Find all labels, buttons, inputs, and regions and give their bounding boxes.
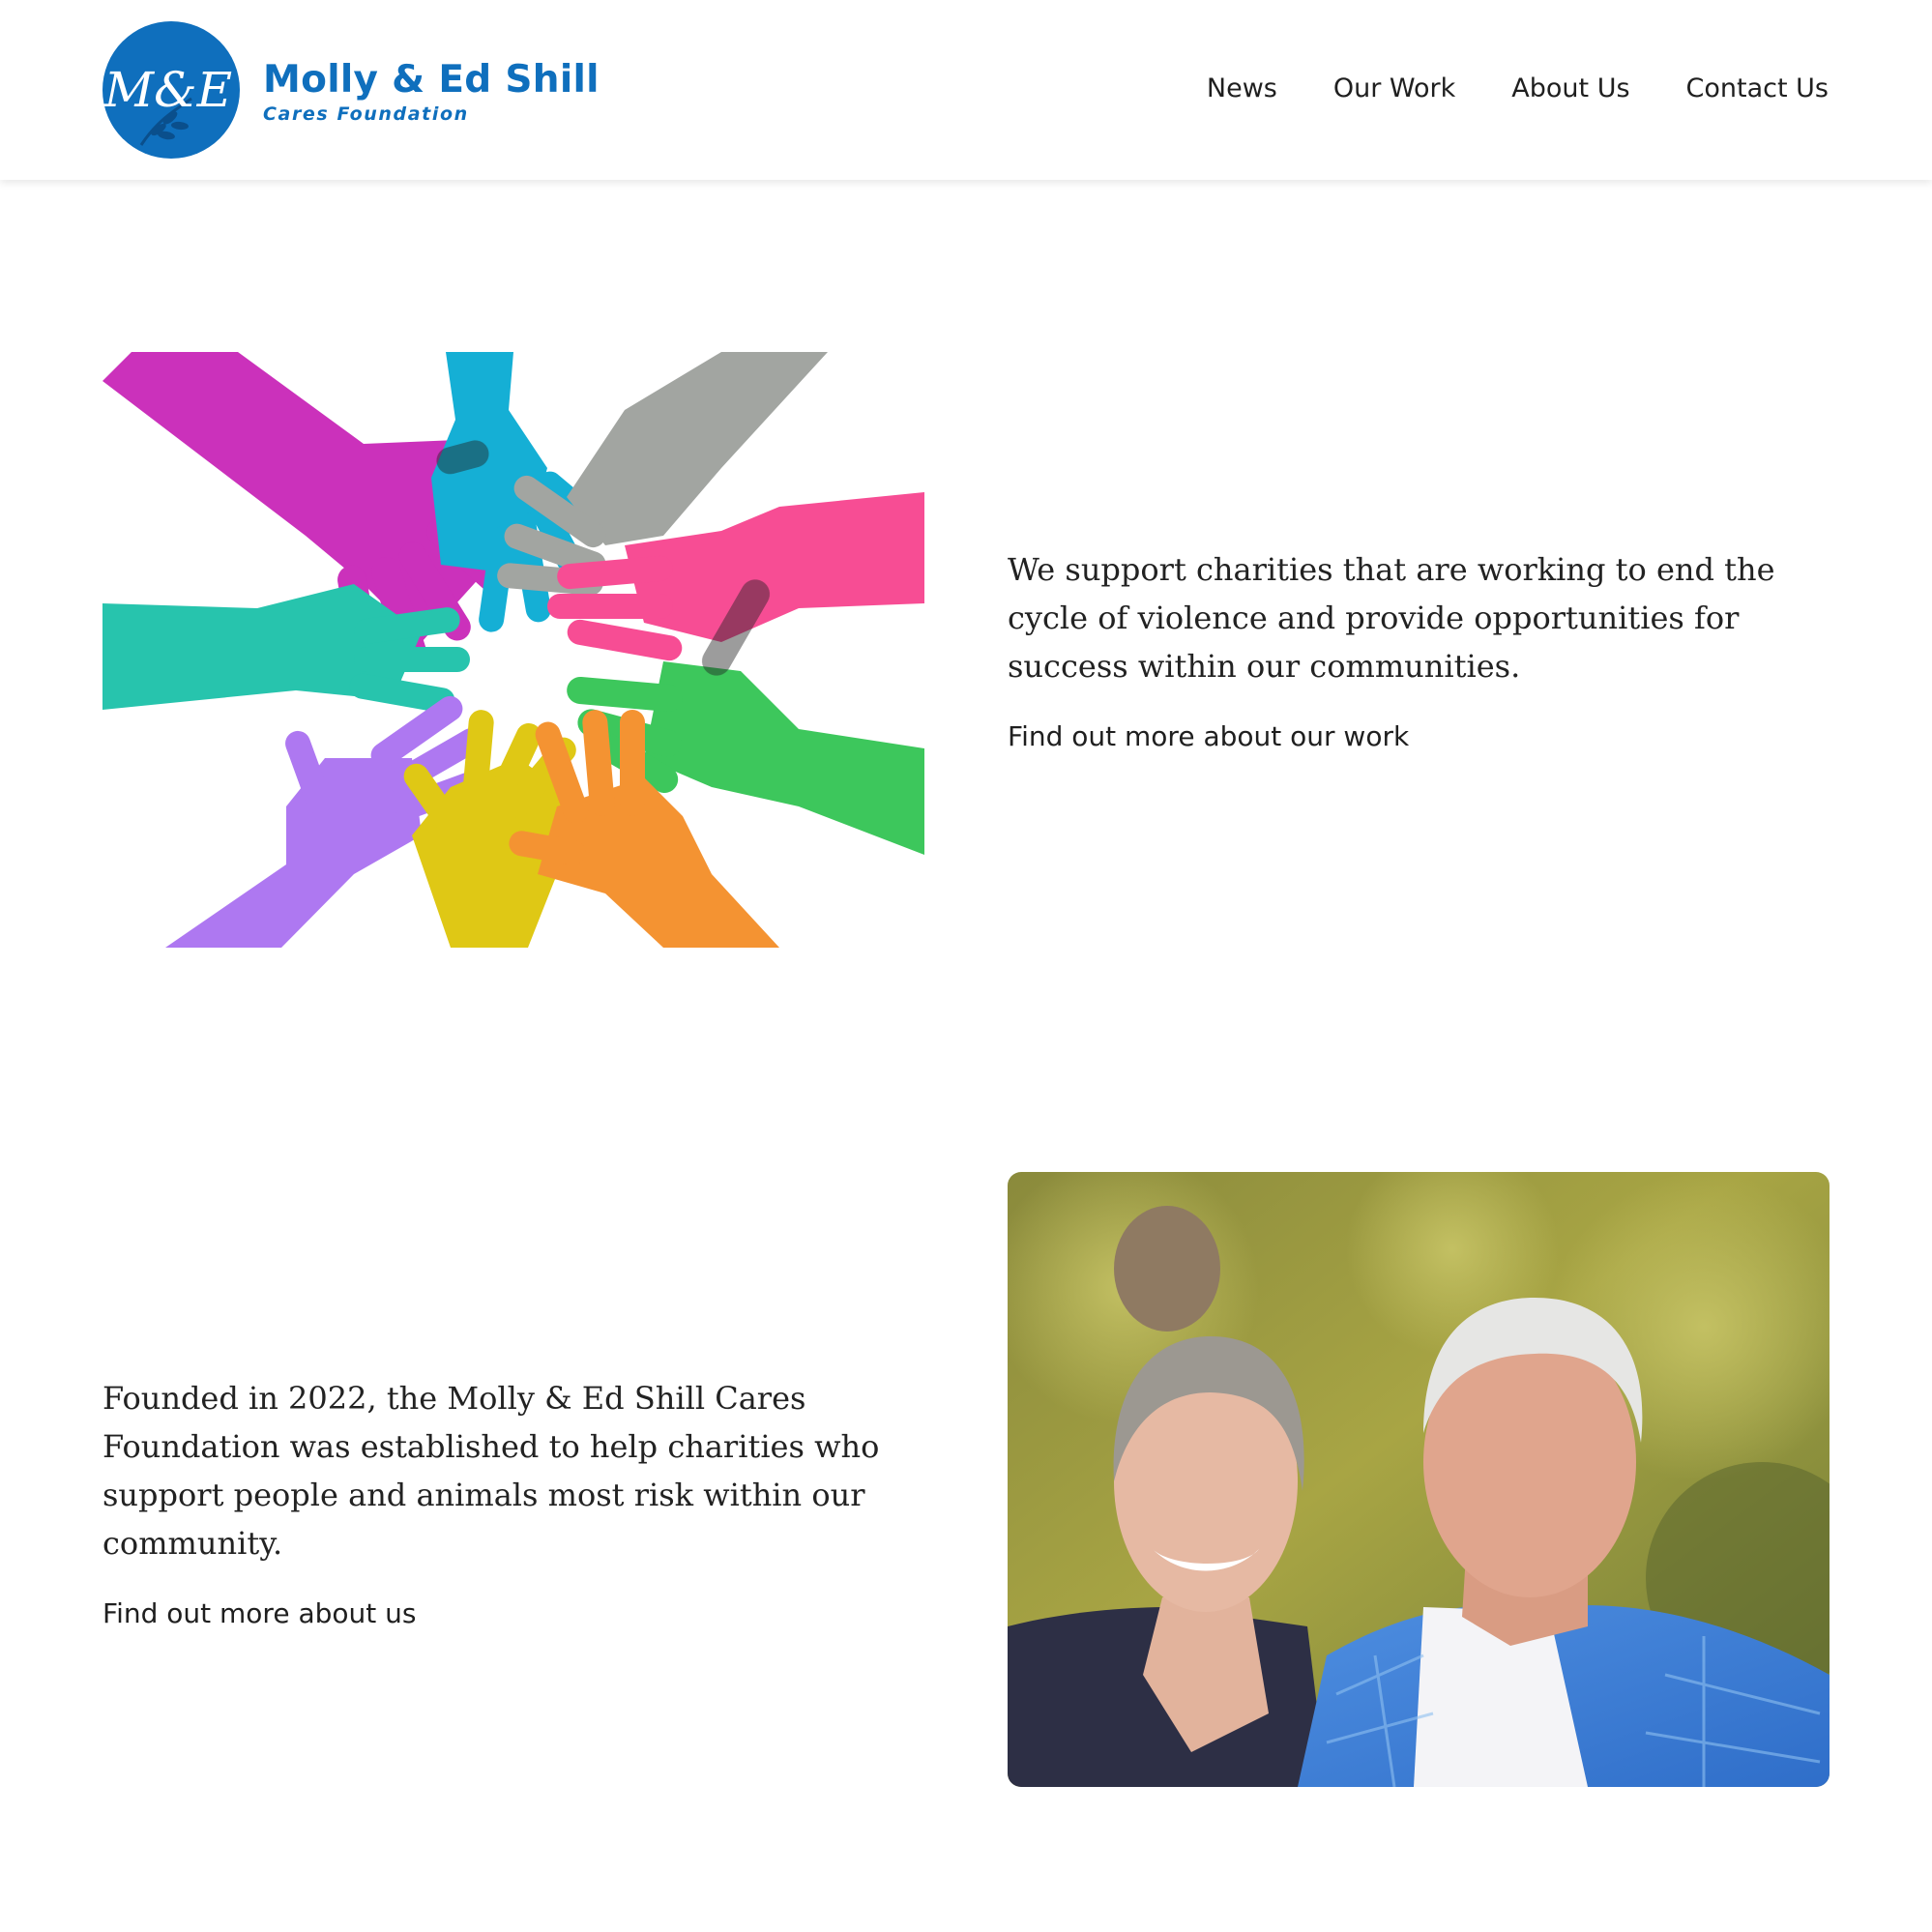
our-work-description: We support charities that are working to… [1008, 551, 1775, 685]
site-logo[interactable]: M&E Molly & Ed Shill Cares Foundation [102, 21, 600, 159]
logo-subtitle: Cares Foundation [263, 103, 469, 125]
nav-our-work[interactable]: Our Work [1333, 70, 1455, 108]
logo-monogram: M&E [103, 62, 232, 118]
nav-news[interactable]: News [1207, 70, 1277, 108]
logo-title: Molly & Ed Shill [263, 58, 600, 102]
about-description: Founded in 2022, the Molly & Ed Shill Ca… [102, 1380, 880, 1562]
founders-photo [1008, 1172, 1830, 1787]
logo-wordmark: Molly & Ed Shill Cares Foundation [263, 59, 600, 127]
our-work-link[interactable]: Find out more about our work [1008, 717, 1409, 756]
hands-illustration [102, 352, 924, 948]
nav-about-us[interactable]: About Us [1511, 70, 1629, 108]
main-nav: News Our Work About Us Contact Us [1207, 70, 1829, 108]
about-link[interactable]: Find out more about us [102, 1595, 416, 1633]
site-header: M&E Molly & Ed Shill Cares Foundation Ne… [0, 0, 1932, 180]
about-section: Founded in 2022, the Molly & Ed Shill Ca… [102, 1374, 934, 1633]
hands-together-illustration-icon [102, 352, 924, 948]
our-work-section: We support charities that are working to… [1008, 545, 1839, 756]
nav-contact-us[interactable]: Contact Us [1686, 70, 1829, 108]
founders-portrait-photo-icon [1008, 1172, 1830, 1787]
monogram-logo-icon: M&E [102, 21, 240, 159]
